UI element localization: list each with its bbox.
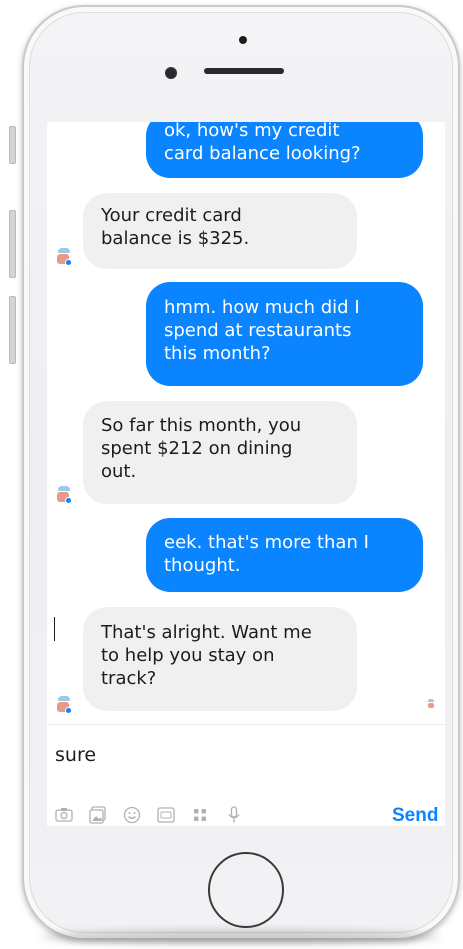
composer-toolbar: Send	[47, 805, 445, 826]
message-input[interactable]	[55, 741, 355, 769]
mute-switch	[9, 126, 16, 164]
read-receipt-icon	[427, 699, 435, 709]
message-composer: Send	[47, 724, 445, 826]
volume-down-button	[9, 296, 16, 364]
camera-icon[interactable]	[54, 805, 74, 825]
proximity-sensor	[165, 67, 177, 79]
message-text: ok, how's my credit card balance looking…	[164, 122, 361, 164]
front-camera-icon	[239, 36, 247, 44]
earpiece-speaker	[204, 68, 284, 74]
incoming-message[interactable]: Your credit card balance is $325.	[83, 193, 357, 269]
gallery-icon[interactable]	[88, 805, 108, 825]
gif-icon[interactable]	[156, 805, 176, 825]
incoming-message[interactable]: That's alright. Want me to help you stay…	[83, 607, 357, 711]
apps-icon[interactable]	[190, 805, 210, 825]
message-thread[interactable]: ok, how's my credit card balance looking…	[47, 122, 445, 724]
home-button[interactable]	[208, 852, 284, 928]
message-text: hmm. how much did I spend at restaurants…	[164, 297, 360, 364]
outgoing-message[interactable]: hmm. how much did I spend at restaurants…	[146, 282, 423, 386]
message-text: eek. that's more than I thought.	[164, 532, 369, 576]
message-text: Your credit card balance is $325.	[101, 205, 250, 249]
message-text: So far this month, you spent $212 on din…	[101, 415, 302, 482]
outgoing-message[interactable]: eek. that's more than I thought.	[146, 518, 423, 592]
bot-avatar-icon	[56, 696, 72, 714]
phone-screen: ok, how's my credit card balance looking…	[47, 122, 445, 826]
bot-avatar-icon	[56, 486, 72, 504]
message-text: That's alright. Want me to help you stay…	[101, 622, 312, 689]
microphone-icon[interactable]	[224, 805, 244, 825]
text-cursor	[54, 617, 55, 641]
send-button[interactable]: Send	[392, 805, 438, 826]
outgoing-message[interactable]: ok, how's my credit card balance looking…	[146, 122, 423, 178]
incoming-message[interactable]: So far this month, you spent $212 on din…	[83, 401, 357, 504]
emoji-icon[interactable]	[122, 805, 142, 825]
volume-up-button	[9, 210, 16, 278]
phone-shadow	[40, 930, 440, 944]
bot-avatar-icon	[56, 248, 72, 266]
